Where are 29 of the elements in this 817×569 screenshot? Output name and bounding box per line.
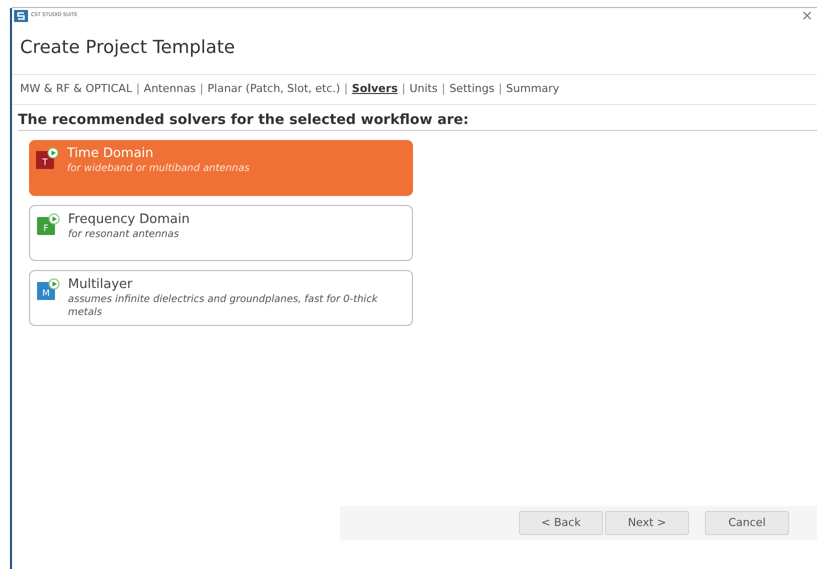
window-title: Create Project Template — [20, 36, 236, 60]
solver-name: Multilayer — [68, 277, 134, 293]
solver-option[interactable]: M Multilayer assumes infinite dielectrics and groundplanes, fast for 0-thick metals — [29, 270, 413, 326]
solver-name: Time Domain — [67, 146, 154, 162]
solver-option[interactable]: T Time Domain for wideband or multiband antennas — [29, 140, 413, 196]
breadcrumb-link[interactable]: MW & RF & OPTICAL — [20, 81, 132, 97]
breadcrumb-separator: | — [442, 81, 446, 97]
close-button[interactable]: × — [801, 9, 813, 23]
breadcrumb-separator: | — [344, 81, 348, 97]
breadcrumb-link[interactable]: Antennas — [144, 81, 196, 97]
breadcrumb-link[interactable]: Solvers — [352, 81, 398, 97]
breadcrumb-separator: | — [200, 81, 204, 97]
solver-description: assumes infinite dielectrics and groundplanes, fast for 0-thick metals — [68, 293, 379, 319]
breadcrumb-link[interactable]: Settings — [449, 81, 494, 97]
breadcrumb-link[interactable]: Summary — [506, 81, 560, 97]
solver-description: for resonant antennas — [68, 228, 180, 241]
breadcrumb-link[interactable]: Units — [409, 81, 438, 97]
logo-icon — [14, 10, 28, 22]
breadcrumb-separator: | — [498, 81, 502, 97]
breadcrumb-separator: | — [402, 81, 406, 97]
dialog-button[interactable]: < Back — [519, 511, 603, 535]
dialog-button[interactable]: Next > — [605, 511, 689, 535]
solver-option[interactable]: F Frequency Domain for resonant antennas — [29, 205, 413, 261]
dialog-button[interactable]: Cancel — [705, 511, 789, 535]
section-heading: The recommended solvers for the selected workflow are: — [18, 112, 817, 131]
solver-description: for wideband or multiband antennas — [67, 162, 250, 175]
solver-name: Frequency Domain — [68, 212, 190, 228]
breadcrumb-separator: | — [136, 81, 140, 97]
breadcrumb-link[interactable]: Planar (Patch, Slot, etc.) — [208, 81, 340, 97]
